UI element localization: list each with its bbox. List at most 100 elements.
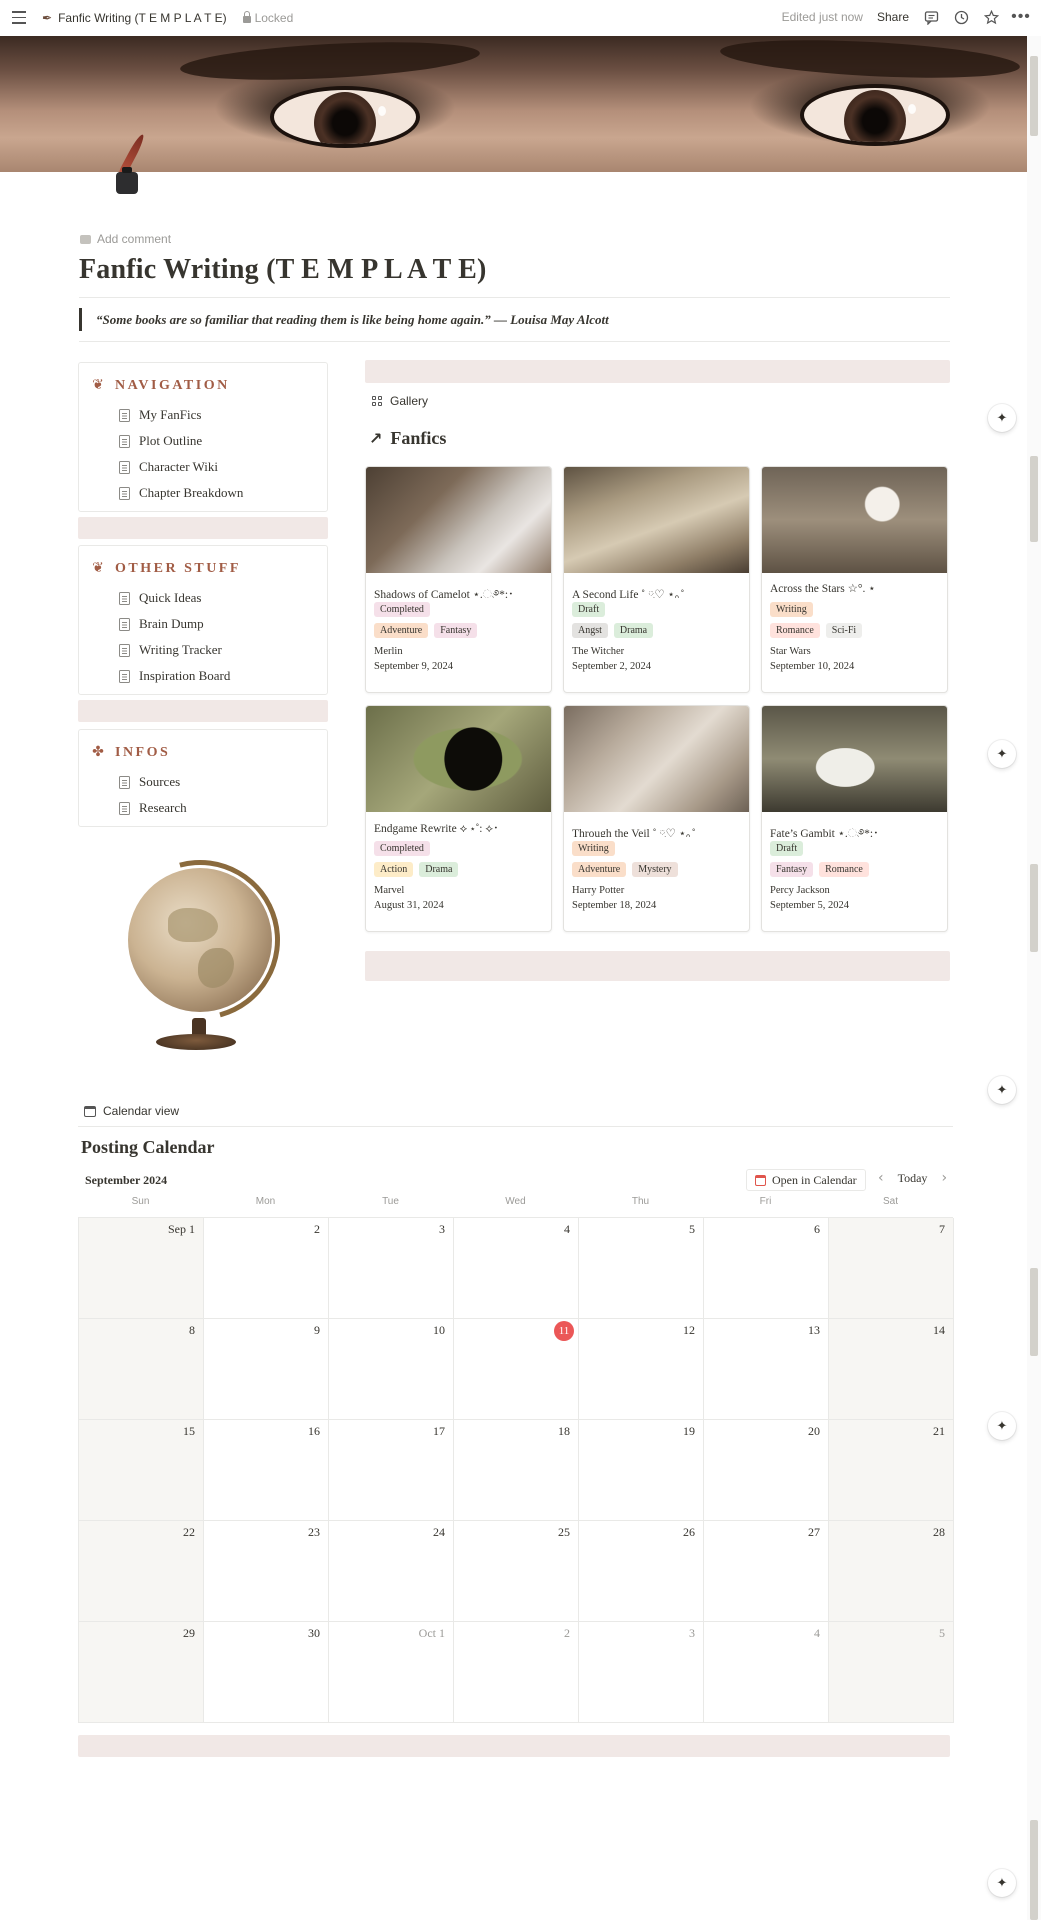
ai-sparkle-button[interactable]: ✦ — [988, 740, 1016, 768]
calendar-day-cell[interactable]: 6 — [704, 1218, 829, 1319]
date-number: 3 — [439, 1222, 445, 1236]
calendar-day-cell[interactable]: 17 — [329, 1420, 454, 1521]
locked-label: Locked — [254, 11, 294, 25]
gallery-view-tab[interactable]: Gallery — [372, 394, 428, 408]
page-title[interactable]: Fanfic Writing (T E M P L A T E) — [79, 254, 487, 286]
calendar-day-cell[interactable]: 16 — [204, 1420, 329, 1521]
fanfic-card[interactable]: A Second Life ˚ ༘♡ ⋆｡˚ Draft Angst Drama The… — [563, 466, 750, 693]
ai-sparkle-button[interactable]: ✦ — [988, 404, 1016, 432]
calendar-day-cell[interactable]: 21 — [829, 1420, 954, 1521]
previous-month-icon[interactable]: ‹ — [878, 1170, 884, 1186]
calendar-day-cell[interactable]: 25 — [454, 1521, 579, 1622]
locked-indicator[interactable]: Locked — [242, 11, 294, 25]
history-icon[interactable] — [953, 9, 969, 25]
nav-link-brain-dump[interactable]: Brain Dump — [91, 611, 315, 637]
other-stuff-heading: OTHER STUFF — [115, 561, 241, 576]
calendar-day-cell[interactable]: 11 — [454, 1319, 579, 1420]
nav-link-plot-outline[interactable]: Plot Outline — [91, 428, 315, 454]
calendar-day-cell[interactable]: 4 — [454, 1218, 579, 1319]
add-comment-button[interactable]: Add comment — [80, 232, 171, 246]
nav-link-my-fanfics[interactable]: My FanFics — [91, 402, 315, 428]
calendar-day-cell[interactable]: 8 — [79, 1319, 204, 1420]
nav-link-character-wiki[interactable]: Character Wiki — [91, 454, 315, 480]
card-title: Fate’s Gambit ⋆.ೃ࿔*:･ — [770, 828, 879, 837]
calendar-day-cell[interactable]: 19 — [579, 1420, 704, 1521]
fanfic-card[interactable]: Across the Stars ☆°. ⋆ Writing Romance Sci-… — [761, 466, 948, 693]
page-icon — [119, 408, 130, 422]
calendar-day-cell[interactable]: 2 — [454, 1622, 579, 1723]
database-title[interactable]: ↗ Fanfics — [369, 428, 446, 449]
fandom-label: Harry Potter — [572, 885, 625, 896]
nav-link-chapter-breakdown[interactable]: Chapter Breakdown — [91, 480, 315, 506]
date-number: 28 — [933, 1525, 945, 1539]
genre-tag: Angst — [572, 623, 608, 638]
nav-link-research[interactable]: Research — [91, 795, 315, 821]
more-options-icon[interactable]: ••• — [1011, 8, 1030, 25]
fanfic-card[interactable]: Shadows of Camelot ⋆.ೃ࿔*:･ Completed Adven… — [365, 466, 552, 693]
calendar-title[interactable]: Posting Calendar — [81, 1137, 215, 1158]
calendar-day-cell[interactable]: 29 — [79, 1622, 204, 1723]
date-number: 21 — [933, 1424, 945, 1438]
date-number: 15 — [183, 1424, 195, 1438]
ai-sparkle-button[interactable]: ✦ — [988, 1869, 1016, 1897]
calendar-day-cell[interactable]: 9 — [204, 1319, 329, 1420]
open-in-calendar-button[interactable]: Open in Calendar — [746, 1169, 866, 1191]
nav-link-label: My FanFics — [139, 407, 202, 422]
calendar-day-cell[interactable]: 28 — [829, 1521, 954, 1622]
date-number: 2 — [564, 1626, 570, 1640]
genre-tag: Romance — [770, 623, 820, 638]
calendar-day-cell[interactable]: 18 — [454, 1420, 579, 1521]
cover-image — [0, 36, 1027, 172]
date-number: 20 — [808, 1424, 820, 1438]
calendar-day-cell[interactable]: 3 — [329, 1218, 454, 1319]
ai-sparkle-button[interactable]: ✦ — [988, 1412, 1016, 1440]
calendar-day-cell[interactable]: 23 — [204, 1521, 329, 1622]
calendar-day-cell[interactable]: 30 — [204, 1622, 329, 1723]
breadcrumb-title[interactable]: Fanfic Writing (T E M P L A T E) — [58, 11, 227, 25]
comments-icon[interactable] — [923, 9, 939, 25]
genre-tag: Fantasy — [434, 623, 478, 638]
calendar-day-cell[interactable]: 15 — [79, 1420, 204, 1521]
calendar-day-cell[interactable]: 7 — [829, 1218, 954, 1319]
quote-block[interactable]: “Some books are so familiar that reading… — [79, 308, 950, 331]
scrollbar[interactable] — [1027, 36, 1041, 1920]
ai-sparkle-button[interactable]: ✦ — [988, 1076, 1016, 1104]
nav-link-quick-ideas[interactable]: Quick Ideas — [91, 585, 315, 611]
ink-quill-page-icon[interactable] — [112, 132, 147, 200]
menu-icon[interactable] — [12, 11, 26, 25]
calendar-day-cell[interactable]: 24 — [329, 1521, 454, 1622]
today-button[interactable]: Today — [898, 1171, 928, 1186]
card-title: Through the Veil ˚ ༘♡ ⋆｡˚ — [572, 828, 696, 837]
divider — [78, 1126, 953, 1127]
share-button[interactable]: Share — [877, 10, 909, 24]
add-comment-label: Add comment — [97, 232, 172, 246]
calendar-day-cell[interactable]: 27 — [704, 1521, 829, 1622]
calendar-day-cell[interactable]: 10 — [329, 1319, 454, 1420]
fanfic-card[interactable]: Through the Veil ˚ ༘♡ ⋆｡˚ Writing Adventur… — [563, 705, 750, 932]
calendar-view-tab[interactable]: Calendar view — [84, 1104, 179, 1118]
calendar-day-cell[interactable]: 5 — [829, 1622, 954, 1723]
calendar-day-cell[interactable]: 4 — [704, 1622, 829, 1723]
favorite-star-icon[interactable] — [983, 9, 999, 25]
calendar-day-cell[interactable]: Oct 1 — [329, 1622, 454, 1723]
card-cover-image — [564, 706, 749, 812]
calendar-day-cell[interactable]: Sep 1 — [79, 1218, 204, 1319]
fanfic-card[interactable]: Endgame Rewrite ⟡ ⋆˚: ⟡･ Completed Action D… — [365, 705, 552, 932]
next-month-icon[interactable]: › — [941, 1170, 947, 1186]
calendar-day-cell[interactable]: 3 — [579, 1622, 704, 1723]
calendar-day-cell[interactable]: 22 — [79, 1521, 204, 1622]
calendar-day-cell[interactable]: 26 — [579, 1521, 704, 1622]
divider — [79, 341, 950, 342]
nav-link-inspiration-board[interactable]: Inspiration Board — [91, 663, 315, 689]
calendar-day-cell[interactable]: 14 — [829, 1319, 954, 1420]
nav-link-label: Sources — [139, 774, 181, 789]
calendar-day-cell[interactable]: 2 — [204, 1218, 329, 1319]
breadcrumb[interactable]: ✒ Fanfic Writing (T E M P L A T E) Locke… — [42, 11, 293, 25]
fanfic-card[interactable]: Fate’s Gambit ⋆.ೃ࿔*:･ Draft Fantasy Romance… — [761, 705, 948, 932]
nav-link-writing-tracker[interactable]: Writing Tracker — [91, 637, 315, 663]
calendar-day-cell[interactable]: 5 — [579, 1218, 704, 1319]
calendar-day-cell[interactable]: 12 — [579, 1319, 704, 1420]
calendar-day-cell[interactable]: 20 — [704, 1420, 829, 1521]
calendar-day-cell[interactable]: 13 — [704, 1319, 829, 1420]
nav-link-sources[interactable]: Sources — [91, 769, 315, 795]
